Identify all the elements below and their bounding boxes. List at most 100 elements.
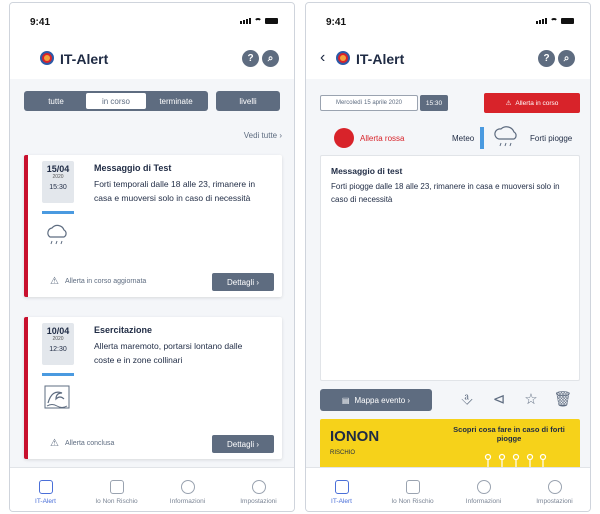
tab-label: Informazioni [169, 498, 206, 505]
alert-date: 15/04 [46, 164, 70, 174]
search-button[interactable]: ⌕ [262, 50, 279, 67]
alert-level: Allerta rossa [360, 134, 405, 143]
io-non-rischio-banner[interactable]: IONON RISCHIO Scopri cosa fare in caso d… [320, 419, 580, 471]
alert-date-box: 15/04 2020 15:30 [42, 161, 74, 203]
alert-title: Esercitazione [94, 325, 153, 335]
hand-icon [109, 480, 124, 494]
severity-bar [42, 211, 74, 214]
tab-impostazioni[interactable]: Impostazioni [223, 468, 294, 511]
tab-io-non-rischio[interactable]: Io Non Rischio [81, 468, 152, 511]
io-non-rischio-logo: IONON RISCHIO [330, 429, 379, 461]
info-icon [476, 480, 491, 494]
star-icon[interactable]: ☆ [522, 389, 540, 409]
back-chevron-icon[interactable]: ‹ [320, 49, 325, 67]
status-bar: 9:41 [10, 3, 294, 37]
action-icons: ⎀ ⊲ ☆ 🗑 [458, 389, 573, 409]
help-button[interactable]: ? [538, 50, 555, 67]
event-map-button[interactable]: ▤ Mappa evento › [320, 389, 432, 411]
map-icon: ▤ [341, 395, 350, 405]
tab-informazioni[interactable]: Informazioni [448, 468, 519, 511]
tab-label: IT-Alert [331, 498, 352, 505]
alert-category: Meteo [452, 134, 475, 143]
event-map-label: Mappa evento › [354, 395, 411, 405]
it-alert-logo-icon [336, 51, 350, 65]
system-icons [240, 18, 278, 24]
alerts-list-screen: 9:41 IT-Alert ? ⌕ tutte in corso termina… [9, 2, 295, 512]
alert-status-badge: ⚠ Allerta in corso [484, 93, 580, 113]
banner-text: Scopri cosa fare in caso di forti piogge [453, 425, 565, 443]
severity-bar [42, 373, 74, 376]
tab-impostazioni[interactable]: Impostazioni [519, 468, 590, 511]
logo-io: IO [330, 428, 346, 445]
alert-time: 15:30 [49, 184, 67, 191]
system-icons [536, 18, 574, 24]
filter-tab-ongoing[interactable]: in corso [86, 93, 146, 109]
warning-icon: ⚠ [505, 100, 512, 107]
wifi-icon [550, 18, 558, 24]
alert-footer: ⚠ Allerta in corso aggiornata [50, 276, 146, 287]
alert-card[interactable]: 10/04 2020 12:30 Esercitazione Allerta m… [24, 317, 282, 459]
logo-non: NON [345, 428, 380, 445]
gear-icon [251, 480, 266, 494]
filter-tab-ended[interactable]: terminate [146, 93, 206, 109]
bottom-tab-bar: IT-Alert Io Non Rischio Informazioni Imp… [10, 467, 294, 511]
app-header: ‹ IT-Alert ? ⌕ [306, 37, 590, 79]
it-alert-logo-icon [40, 51, 54, 65]
tab-it-alert[interactable]: IT-Alert [10, 468, 81, 511]
hand-icon [405, 480, 420, 494]
message-text: Forti piogge dalle 18 alle 23, rimanere … [331, 182, 560, 204]
alert-status-label: Allerta in corso [515, 99, 559, 107]
detail-date: Mercoledì 15 aprile 2020 [320, 95, 418, 111]
status-time: 9:41 [326, 17, 347, 28]
tab-label: Informazioni [465, 498, 502, 505]
tab-io-non-rischio[interactable]: Io Non Rischio [377, 468, 448, 511]
details-button[interactable]: Dettagli › [212, 435, 274, 453]
alert-icon [334, 480, 349, 494]
tab-it-alert[interactable]: IT-Alert [306, 468, 377, 511]
share-icon[interactable]: ⊲ [490, 389, 508, 409]
info-icon [180, 480, 195, 494]
alert-footer: ⚠ Allerta conclusa [50, 438, 114, 449]
translate-icon[interactable]: ⎀ [458, 389, 476, 409]
gear-icon [547, 480, 562, 494]
status-bar: 9:41 [306, 3, 590, 37]
alert-year: 2020 [52, 174, 64, 180]
bottom-tab-bar: IT-Alert Io Non Rischio Informazioni Imp… [306, 467, 590, 511]
alert-date-box: 10/04 2020 12:30 [42, 323, 74, 365]
signal-icon [240, 18, 251, 24]
rain-cloud-icon [47, 224, 67, 245]
alert-year: 2020 [52, 336, 64, 342]
alert-card[interactable]: 15/04 2020 15:30 Messaggio di Test Forti… [24, 155, 282, 297]
tab-label: Impostazioni [240, 498, 277, 505]
search-button[interactable]: ⌕ [558, 50, 575, 67]
wifi-icon [254, 18, 262, 24]
see-all-link[interactable]: Vedi tutte › [244, 131, 282, 140]
tab-label: IT-Alert [35, 498, 56, 505]
alert-date: 10/04 [46, 326, 70, 336]
battery-icon [561, 18, 574, 24]
tab-label: Io Non Rischio [95, 498, 138, 505]
filter-tab-all[interactable]: tutte [26, 93, 86, 109]
app-title: IT-Alert [60, 51, 109, 67]
logo-rischio: RISCHIO [330, 450, 356, 456]
red-level-dot-icon [334, 128, 354, 148]
app-title: IT-Alert [356, 51, 405, 67]
alert-text: Forti temporali dalle 18 alle 23, rimane… [94, 179, 256, 203]
app-header: IT-Alert ? ⌕ [10, 37, 294, 79]
message-title: Messaggio di test [331, 166, 403, 176]
levels-button[interactable]: livelli [216, 91, 280, 111]
tab-informazioni[interactable]: Informazioni [152, 468, 223, 511]
help-button[interactable]: ? [242, 50, 259, 67]
alert-detail-screen: 9:41 ‹ IT-Alert ? ⌕ Mercoledì 15 aprile … [305, 2, 591, 512]
alert-status-text: Allerta conclusa [64, 440, 115, 447]
signal-icon [536, 18, 547, 24]
status-time: 9:41 [30, 17, 51, 28]
tsunami-wave-icon [44, 385, 70, 409]
tab-label: Impostazioni [536, 498, 573, 505]
detail-time: 15:30 [420, 95, 448, 111]
tab-label: Io Non Rischio [391, 498, 434, 505]
trash-icon[interactable]: 🗑 [553, 389, 572, 409]
alert-text: Allerta maremoto, portarsi lontano dalle… [94, 341, 243, 365]
details-button[interactable]: Dettagli › [212, 273, 274, 291]
alert-title: Messaggio di Test [94, 163, 172, 173]
